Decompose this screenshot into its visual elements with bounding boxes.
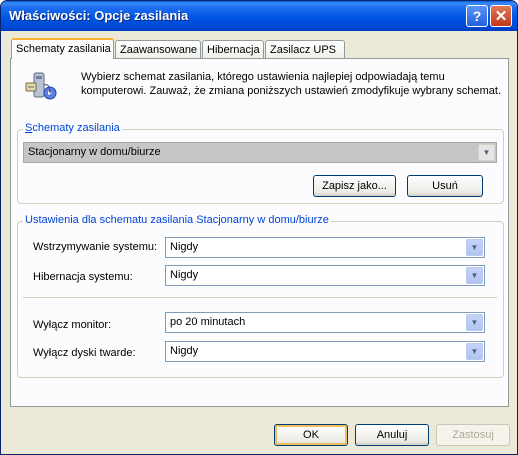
help-button[interactable]: ? (466, 5, 488, 27)
chevron-down-icon: ▼ (466, 314, 483, 331)
schemes-group-label: Schematy zasilania (23, 122, 122, 134)
chevron-down-icon: ▼ (478, 144, 495, 161)
ok-button[interactable]: OK (274, 424, 348, 446)
save-as-button[interactable]: Zapisz jako... (313, 175, 396, 197)
tab-hibernate[interactable]: Hibernacja (202, 40, 264, 58)
chevron-down-icon: ▼ (466, 267, 483, 284)
close-button[interactable]: ✕ (490, 5, 512, 27)
disks-off-select[interactable]: Nigdy ▼ (165, 341, 485, 362)
chevron-down-icon: ▼ (466, 343, 483, 360)
hibernate-label: Hibernacja systemu: (33, 271, 133, 283)
settings-divider (23, 297, 497, 299)
help-icon: ? (472, 8, 482, 24)
delete-button[interactable]: Usuń (407, 175, 483, 197)
close-icon: ✕ (494, 8, 508, 25)
tab-advanced[interactable]: Zaawansowane (115, 40, 201, 58)
disks-off-label: Wyłącz dyski twarde: (33, 347, 136, 359)
title-bar[interactable]: Właściwości: Opcje zasilania ? ✕ (1, 1, 517, 31)
settings-group-label: Ustawienia dla schematu zasilania Stacjo… (23, 214, 331, 226)
schemes-group-label-text: chematy zasilania (32, 122, 120, 134)
power-scheme-value: Stacjonarny w domu/biurze (28, 146, 161, 158)
power-scheme-select[interactable]: Stacjonarny w domu/biurze ▼ (23, 142, 497, 163)
disks-off-value: Nigdy (170, 345, 199, 357)
monitor-off-label: Wyłącz monitor: (33, 319, 112, 331)
standby-select[interactable]: Nigdy ▼ (165, 237, 485, 258)
window-title: Właściwości: Opcje zasilania (9, 8, 189, 23)
tab-power-schemes[interactable]: Schematy zasilania (11, 38, 114, 59)
monitor-off-select[interactable]: po 20 minutach ▼ (165, 312, 485, 333)
apply-button[interactable]: Zastosuj (436, 424, 510, 446)
standby-label: Wstrzymywanie systemu: (33, 241, 158, 253)
monitor-off-value: po 20 minutach (170, 316, 246, 328)
power-options-icon (25, 72, 57, 100)
intro-description: Wybierz schemat zasilania, którego ustaw… (81, 71, 502, 97)
tab-panel: Wybierz schemat zasilania, którego ustaw… (10, 58, 509, 407)
hibernate-value: Nigdy (170, 269, 199, 281)
standby-value: Nigdy (170, 241, 199, 253)
tab-ups[interactable]: Zasilacz UPS (265, 40, 345, 58)
power-options-dialog: Właściwości: Opcje zasilania ? ✕ Schemat… (0, 0, 518, 455)
cancel-button[interactable]: Anuluj (355, 424, 429, 446)
hibernate-select[interactable]: Nigdy ▼ (165, 265, 485, 286)
chevron-down-icon: ▼ (466, 239, 483, 256)
